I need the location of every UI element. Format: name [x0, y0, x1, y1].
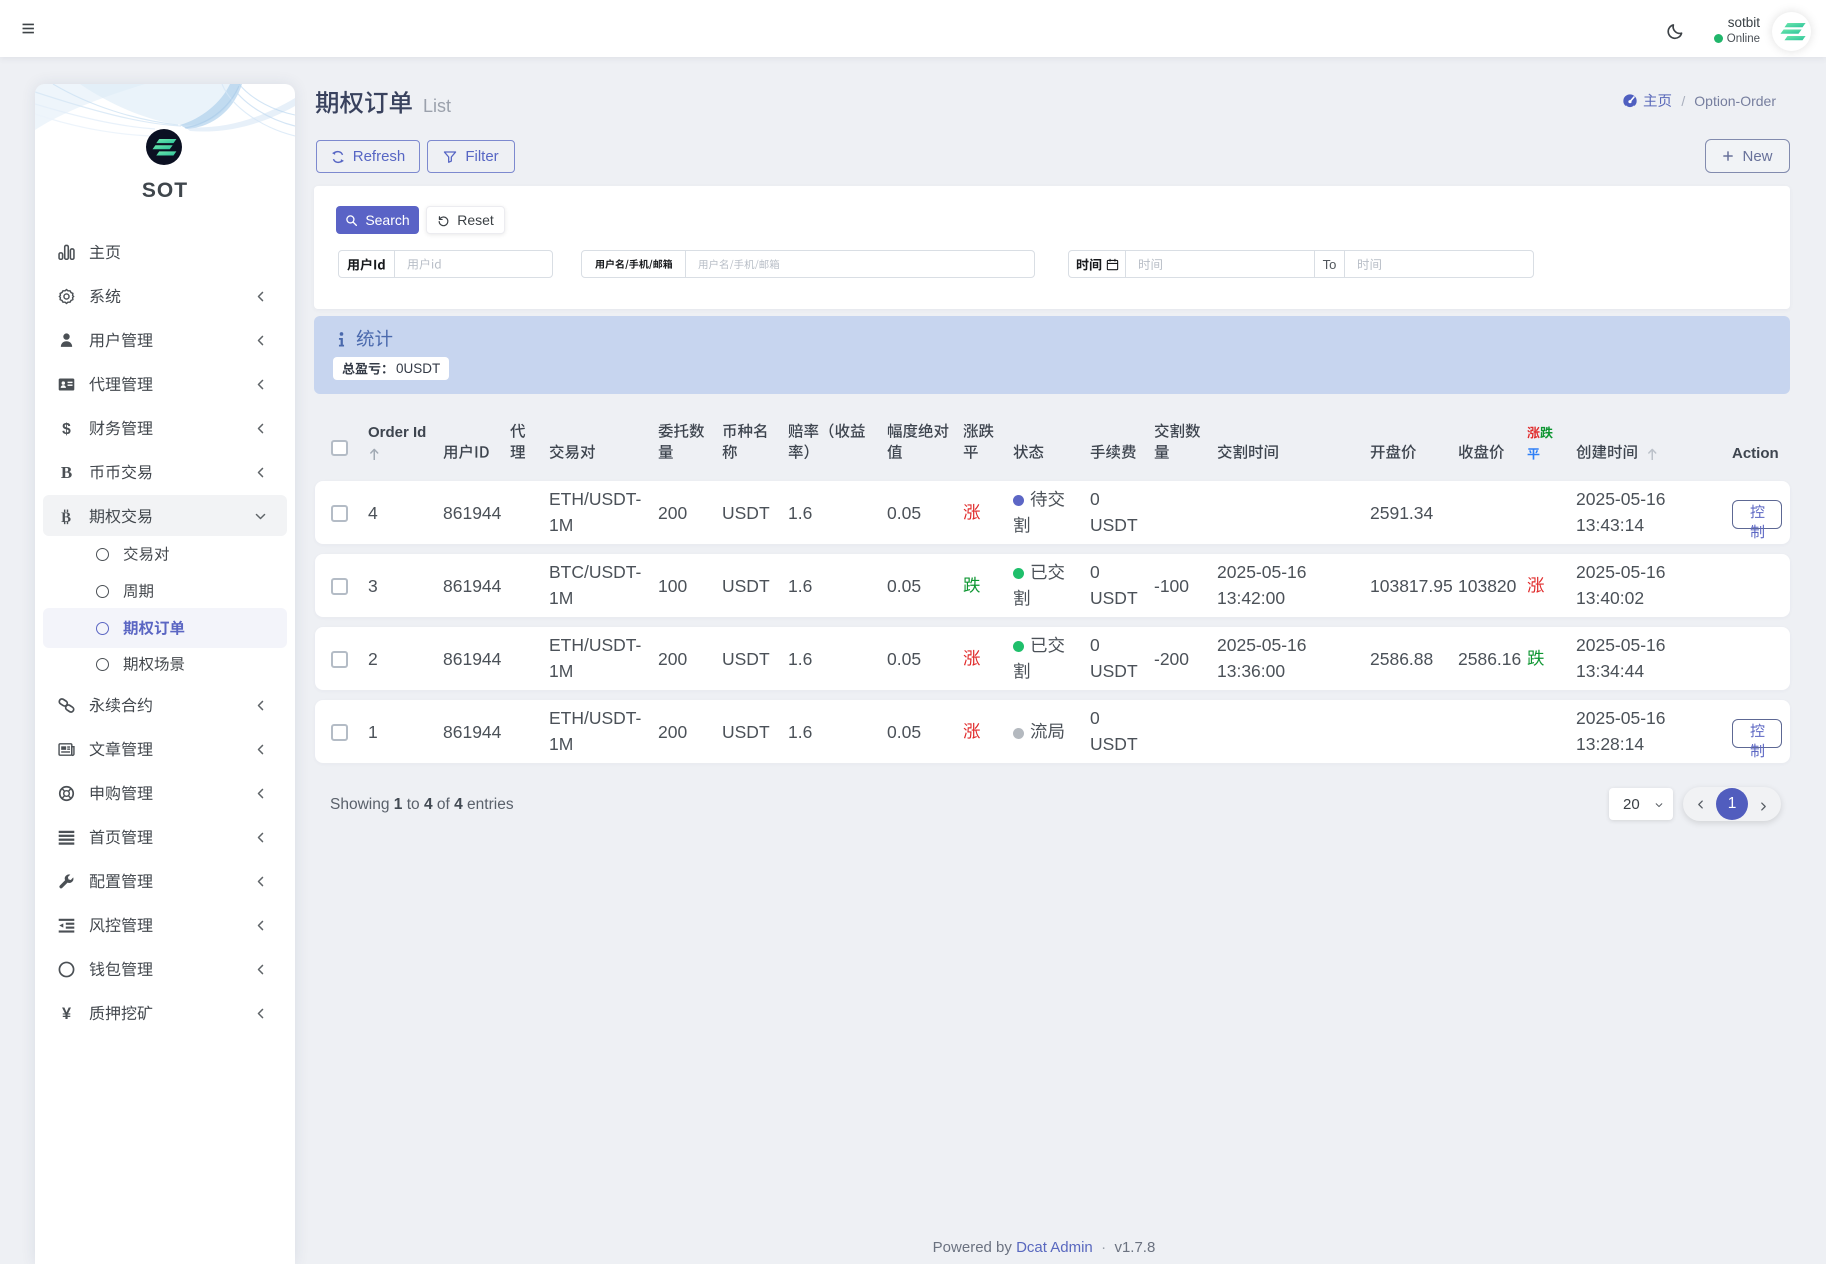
- svg-text:¥: ¥: [62, 1005, 71, 1022]
- svg-text:B: B: [61, 510, 71, 525]
- svg-text:B: B: [61, 464, 72, 481]
- svg-text:$: $: [62, 420, 71, 436]
